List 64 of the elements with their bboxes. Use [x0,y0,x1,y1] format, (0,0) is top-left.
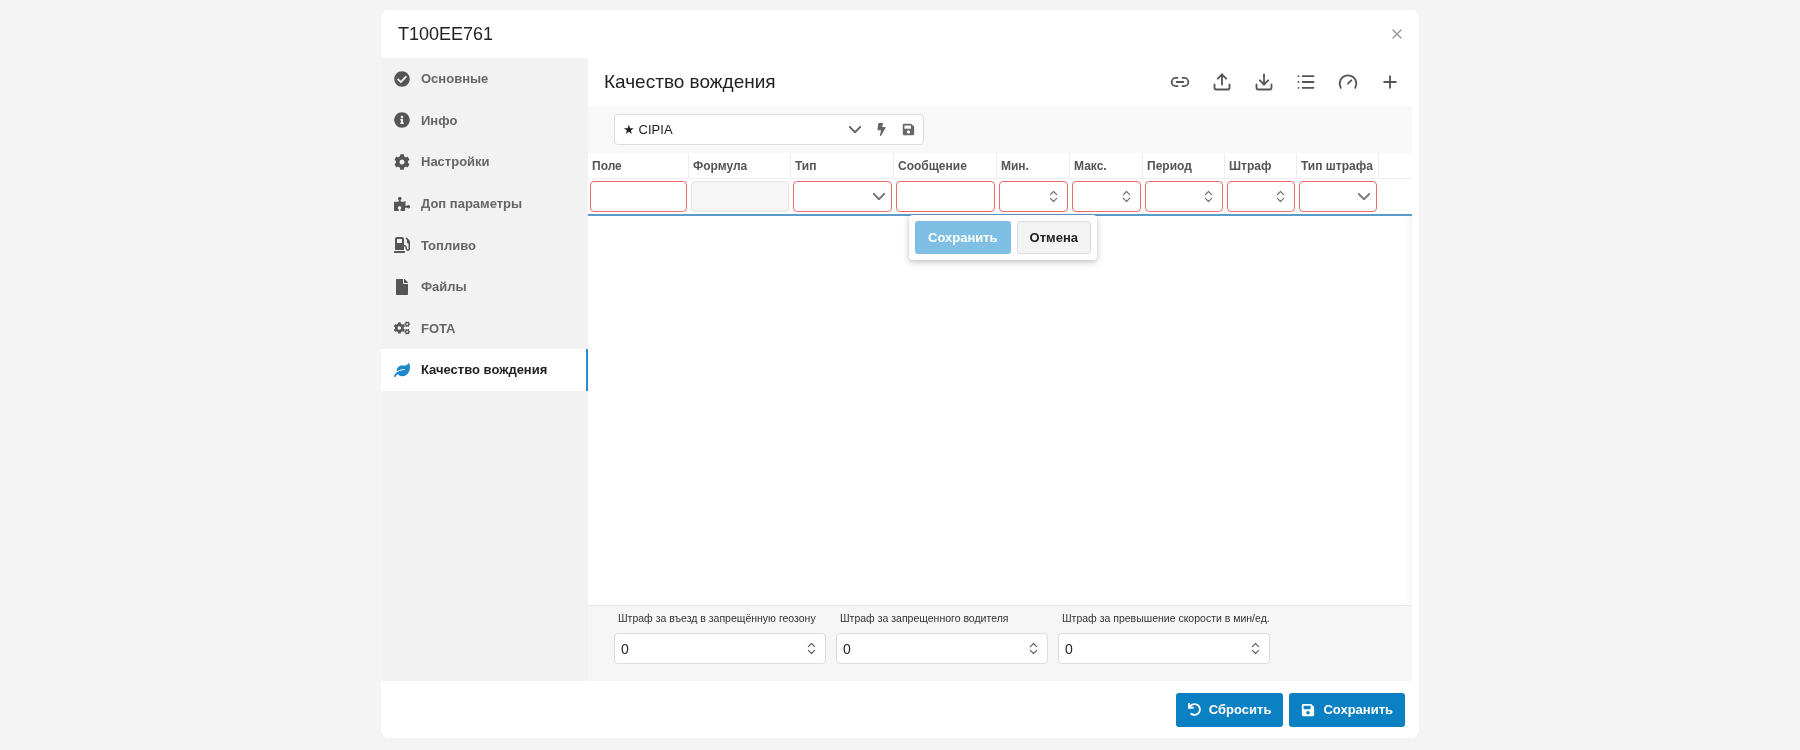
chevron-down-icon [849,126,861,133]
gears-icon [393,320,411,337]
number-field[interactable]: 0 [614,633,826,664]
sidebar-item[interactable]: Топливо [381,224,588,266]
save-icon[interactable] [902,123,915,136]
sidebar-item[interactable]: Основные [381,58,588,100]
plus-icon [1380,72,1400,92]
gear-icon [393,154,411,170]
chevron-down-icon [873,193,885,200]
number-field[interactable] [1145,181,1223,212]
puzzle-icon [393,195,411,212]
column-header: Штраф [1225,153,1297,178]
sidebar-item[interactable]: Качество вождения [381,349,588,391]
download-icon [1254,72,1274,92]
sidebar-item[interactable]: Доп параметры [381,182,588,225]
input-field[interactable] [590,181,687,212]
sidebar-item[interactable]: Настройки [381,141,588,183]
sidebar-label: Основные [421,71,489,87]
reset-button[interactable]: Сбросить [1175,692,1284,727]
column-header: Тип штрафа [1297,153,1379,178]
field-label: Штраф за превышение скорости в мин/ед. [1061,612,1270,625]
gauge-icon [1338,72,1358,92]
sidebar-label: FOTA [421,320,456,336]
field-label: Штраф за запрещенного водителя [839,612,1010,625]
input-field[interactable] [896,181,995,212]
sidebar-item[interactable]: Файлы [381,265,588,308]
column-header: Тип [791,153,894,178]
column-header: Формула [689,153,791,178]
sidebar-item[interactable]: Инфо [381,99,588,142]
window-title: T100EE761 [398,23,494,45]
fuel-pump-icon [393,237,411,254]
list-icon [1296,72,1316,92]
number-field[interactable] [1227,181,1295,212]
select-field[interactable] [793,181,892,212]
panel-title: Качество вождения [604,71,776,93]
sidebar-label: Инфо [421,112,458,128]
upload-icon [1212,72,1232,92]
column-header: Сообщение [894,153,997,178]
sidebar-label: Топливо [421,237,476,253]
save-button[interactable]: Сохранить [1289,692,1405,727]
cancel-button[interactable]: Отмена [1016,221,1092,254]
number-field[interactable]: 0 [1058,633,1270,664]
file-icon [393,278,411,295]
undo-icon [1187,703,1201,716]
info-icon [393,112,411,129]
select-field[interactable] [1299,181,1377,212]
sidebar-label: Доп параметры [421,196,523,212]
save-icon [1301,702,1316,717]
sidebar-label: Качество вождения [421,362,548,378]
column-header: Макс. [1070,153,1143,178]
column-header: Мин. [997,153,1070,178]
sidebar-label: Файлы [421,279,467,295]
number-field[interactable]: 0 [836,633,1048,664]
column-header: Период [1143,153,1225,178]
bolt-icon[interactable] [875,123,888,136]
number-field[interactable] [999,181,1068,212]
column-header: Поле [588,153,689,178]
field-label: Штраф за въезд в запрещённую геозону [617,612,817,625]
chevron-down-icon [1358,193,1370,200]
leaf-icon [393,361,411,378]
sidebar-label: Настройки [421,154,490,170]
sidebar-item[interactable]: FOTA [381,307,588,350]
preset-select[interactable]: ★ CIPIA [614,114,924,145]
number-field[interactable] [1072,181,1141,212]
